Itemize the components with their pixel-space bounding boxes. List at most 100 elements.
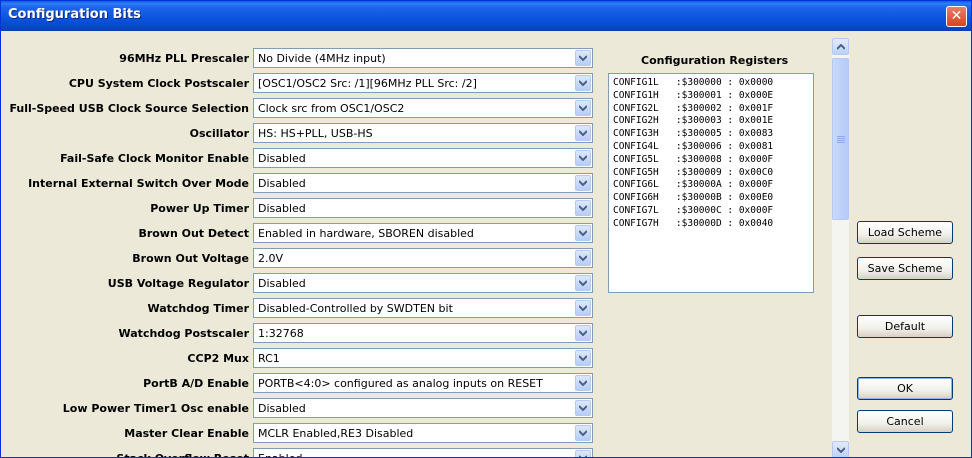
setting-label: Brown Out Detect bbox=[138, 227, 249, 240]
setting-value: 2.0V bbox=[258, 252, 284, 265]
dropdown-button[interactable] bbox=[575, 175, 591, 191]
dropdown-button[interactable] bbox=[575, 50, 591, 66]
setting-dropdown[interactable]: Disabled-Controlled by SWDTEN bit bbox=[253, 298, 593, 318]
setting-label: Oscillator bbox=[189, 127, 249, 140]
cancel-button[interactable]: Cancel bbox=[857, 410, 953, 433]
chevron-down-icon bbox=[837, 447, 845, 453]
setting-row: Full-Speed USB Clock Source Selection Clo… bbox=[1, 98, 601, 122]
setting-dropdown[interactable]: Clock src from OSC1/OSC2 bbox=[253, 98, 593, 118]
chevron-down-icon bbox=[579, 155, 587, 161]
chevron-down-icon bbox=[579, 180, 587, 186]
setting-label: Internal External Switch Over Mode bbox=[28, 177, 249, 190]
setting-row: PortB A/D Enable PORTB<4:0> configured as… bbox=[1, 373, 601, 397]
chevron-down-icon bbox=[579, 55, 587, 61]
close-button[interactable]: ✕ bbox=[946, 6, 967, 27]
setting-value: PORTB<4:0> configured as analog inputs o… bbox=[258, 377, 543, 390]
setting-value: MCLR Enabled,RE3 Disabled bbox=[258, 427, 414, 440]
dropdown-button[interactable] bbox=[575, 125, 591, 141]
setting-dropdown[interactable]: Disabled bbox=[253, 173, 593, 193]
registers-title: Configuration Registers bbox=[641, 54, 789, 67]
scroll-up-button[interactable] bbox=[832, 38, 849, 55]
dropdown-button[interactable] bbox=[575, 250, 591, 266]
setting-label: 96MHz PLL Prescaler bbox=[119, 52, 249, 65]
setting-label: Fail-Safe Clock Monitor Enable bbox=[60, 152, 249, 165]
chevron-down-icon bbox=[579, 105, 587, 111]
setting-row: Brown Out Voltage 2.0V bbox=[1, 248, 601, 272]
dropdown-button[interactable] bbox=[575, 275, 591, 291]
setting-row: USB Voltage Regulator Disabled bbox=[1, 273, 601, 297]
dropdown-button[interactable] bbox=[575, 400, 591, 416]
setting-label: USB Voltage Regulator bbox=[107, 277, 249, 290]
chevron-down-icon bbox=[579, 430, 587, 436]
settings-panel: 96MHz PLL Prescaler No Divide (4MHz input… bbox=[1, 31, 849, 457]
chevron-down-icon bbox=[579, 405, 587, 411]
setting-value: Enabled bbox=[258, 452, 302, 457]
setting-dropdown[interactable]: HS: HS+PLL, USB-HS bbox=[253, 123, 593, 143]
configuration-bits-window: Configuration Bits ✕ 96MHz PLL Prescaler… bbox=[0, 0, 972, 458]
setting-dropdown[interactable]: Disabled bbox=[253, 198, 593, 218]
load-scheme-button[interactable]: Load Scheme bbox=[857, 221, 953, 244]
setting-row: 96MHz PLL Prescaler No Divide (4MHz input… bbox=[1, 48, 601, 72]
chevron-down-icon bbox=[579, 255, 587, 261]
setting-value: Enabled in hardware, SBOREN disabled bbox=[258, 227, 474, 240]
setting-label: Master Clear Enable bbox=[124, 427, 249, 440]
ok-button[interactable]: OK bbox=[857, 377, 953, 400]
setting-dropdown[interactable]: No Divide (4MHz input) bbox=[253, 48, 593, 68]
dropdown-button[interactable] bbox=[575, 350, 591, 366]
chevron-down-icon bbox=[579, 205, 587, 211]
setting-dropdown[interactable]: 2.0V bbox=[253, 248, 593, 268]
default-button[interactable]: Default bbox=[857, 315, 953, 338]
setting-dropdown[interactable]: Disabled bbox=[253, 398, 593, 418]
setting-label: Low Power Timer1 Osc enable bbox=[62, 402, 249, 415]
register-line: CONFIG7H :$30000D : 0x0040 bbox=[613, 217, 774, 229]
register-line: CONFIG6H :$30000B : 0x00E0 bbox=[613, 192, 774, 204]
setting-label: Watchdog Postscaler bbox=[118, 327, 249, 340]
dropdown-button[interactable] bbox=[575, 75, 591, 91]
chevron-down-icon bbox=[579, 80, 587, 86]
register-line: CONFIG3H :$300005 : 0x0083 bbox=[613, 128, 774, 140]
chevron-down-icon bbox=[579, 130, 587, 136]
setting-value: Disabled bbox=[258, 277, 306, 290]
setting-label: Full-Speed USB Clock Source Selection bbox=[9, 102, 249, 115]
vertical-scrollbar[interactable] bbox=[832, 38, 849, 457]
register-line: CONFIG4L :$300006 : 0x0081 bbox=[613, 140, 774, 152]
scroll-down-button[interactable] bbox=[832, 441, 849, 457]
dropdown-button[interactable] bbox=[575, 200, 591, 216]
window-title: Configuration Bits bbox=[8, 7, 141, 22]
setting-value: Disabled bbox=[258, 202, 306, 215]
setting-row: Brown Out Detect Enabled in hardware, SBO… bbox=[1, 223, 601, 247]
setting-row: Stack Overflow Reset Enabled bbox=[1, 448, 601, 457]
register-line: CONFIG1H :$300001 : 0x000E bbox=[613, 89, 774, 101]
setting-row: Master Clear Enable MCLR Enabled,RE3 Disa… bbox=[1, 423, 601, 447]
setting-dropdown[interactable]: Enabled in hardware, SBOREN disabled bbox=[253, 223, 593, 243]
setting-dropdown[interactable]: Disabled bbox=[253, 148, 593, 168]
dropdown-button[interactable] bbox=[575, 450, 591, 457]
setting-row: CCP2 Mux RC1 bbox=[1, 348, 601, 372]
dropdown-button[interactable] bbox=[575, 325, 591, 341]
register-line: CONFIG5H :$300009 : 0x00C0 bbox=[613, 166, 774, 178]
setting-label: Brown Out Voltage bbox=[132, 252, 249, 265]
scroll-thumb[interactable] bbox=[832, 58, 849, 220]
setting-dropdown[interactable]: RC1 bbox=[253, 348, 593, 368]
dropdown-button[interactable] bbox=[575, 225, 591, 241]
close-icon: ✕ bbox=[950, 8, 963, 24]
title-bar[interactable]: Configuration Bits ✕ bbox=[1, 1, 971, 31]
setting-dropdown[interactable]: [OSC1/OSC2 Src: /1][96MHz PLL Src: /2] bbox=[253, 73, 593, 93]
setting-dropdown[interactable]: 1:32768 bbox=[253, 323, 593, 343]
register-line: CONFIG2H :$300003 : 0x001E bbox=[613, 115, 774, 127]
dropdown-button[interactable] bbox=[575, 300, 591, 316]
registers-listbox[interactable]: CONFIG1L :$300000 : 0x0000 CONFIG1H :$300… bbox=[608, 73, 814, 293]
setting-value: RC1 bbox=[258, 352, 280, 365]
dropdown-button[interactable] bbox=[575, 100, 591, 116]
save-scheme-button[interactable]: Save Scheme bbox=[857, 257, 953, 280]
chevron-down-icon bbox=[579, 380, 587, 386]
setting-dropdown[interactable]: Disabled bbox=[253, 273, 593, 293]
setting-dropdown[interactable]: MCLR Enabled,RE3 Disabled bbox=[253, 423, 593, 443]
setting-label: Stack Overflow Reset bbox=[116, 452, 249, 457]
setting-row: Watchdog Postscaler 1:32768 bbox=[1, 323, 601, 347]
dropdown-button[interactable] bbox=[575, 150, 591, 166]
setting-dropdown[interactable]: PORTB<4:0> configured as analog inputs o… bbox=[253, 373, 593, 393]
setting-dropdown[interactable]: Enabled bbox=[253, 448, 593, 457]
dropdown-button[interactable] bbox=[575, 375, 591, 391]
dropdown-button[interactable] bbox=[575, 425, 591, 441]
